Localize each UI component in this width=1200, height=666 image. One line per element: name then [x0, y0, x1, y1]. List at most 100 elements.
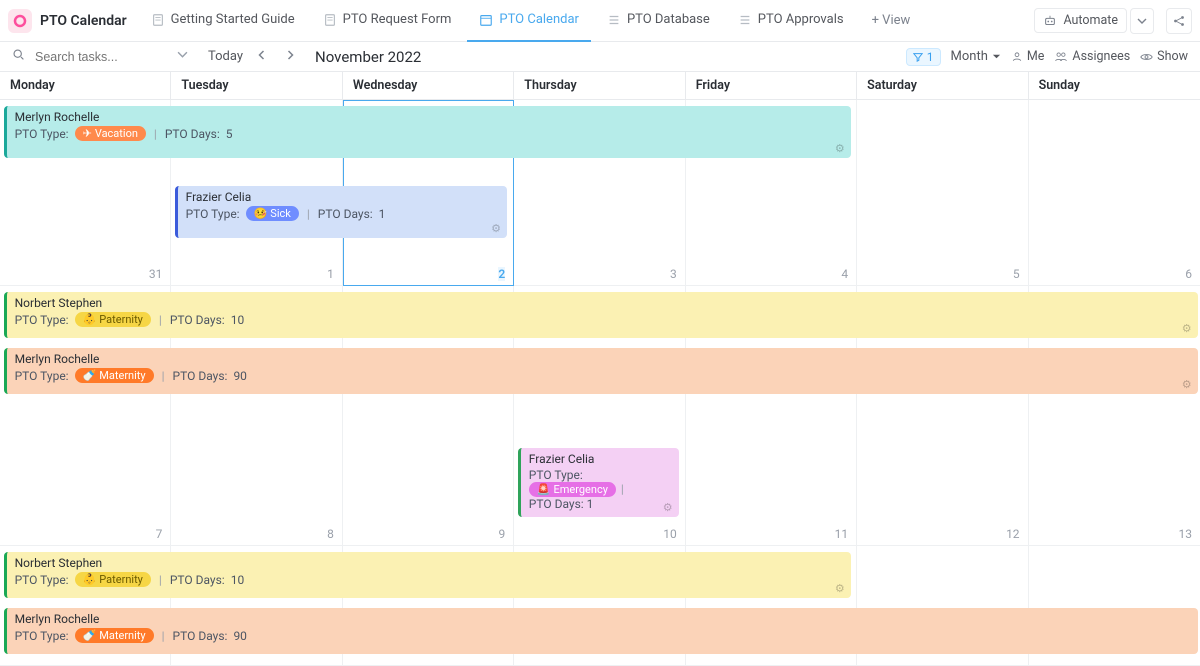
badge-emergency: 🚨 Emergency [529, 482, 616, 497]
pto-type-label: PTO Type: [15, 127, 69, 141]
pto-type-label: PTO Type: [529, 468, 583, 482]
eye-icon [1140, 51, 1153, 63]
event-merlyn-maternity[interactable]: Merlyn Rochelle PTO Type: 🍼 Maternity | … [4, 608, 1198, 654]
day-header-sat: Saturday [857, 72, 1028, 99]
event-merlyn-maternity[interactable]: Merlyn Rochelle PTO Type: 🍼 Maternity | … [4, 348, 1198, 394]
search-input[interactable] [35, 50, 165, 64]
pto-days-label: PTO Days: [173, 629, 228, 643]
pto-days-label: PTO Days: [529, 497, 584, 511]
event-title: Norbert Stephen [15, 556, 843, 570]
badge-sick: 🤒 Sick [246, 206, 299, 221]
event-frazier-sick[interactable]: Frazier Celia PTO Type: 🤒 Sick | PTO Day… [175, 186, 507, 238]
day-number: 31 [149, 267, 163, 281]
event-merlyn-vacation[interactable]: Merlyn Rochelle PTO Type: ✈ Vacation | P… [4, 106, 851, 158]
pto-days-value: 1 [587, 497, 594, 511]
share-icon [1172, 14, 1186, 28]
day-number: 2 [498, 267, 505, 281]
badge-paternity: 👶 Paternity [75, 572, 151, 587]
gear-icon[interactable]: ⚙ [663, 501, 673, 514]
calendar-header: Monday Tuesday Wednesday Thursday Friday… [0, 72, 1200, 100]
event-title: Merlyn Rochelle [15, 352, 1190, 366]
assignees-label: Assignees [1072, 49, 1130, 64]
pto-type-label: PTO Type: [15, 629, 69, 643]
list-icon [738, 13, 752, 27]
gear-icon[interactable]: ⚙ [1182, 322, 1192, 335]
tab-pto-database[interactable]: PTO Database [595, 0, 722, 42]
tab-request-form[interactable]: PTO Request Form [311, 0, 464, 42]
pto-days-value: 5 [226, 127, 233, 141]
month-label: November 2022 [315, 48, 421, 66]
pto-days-value: 10 [231, 573, 245, 587]
automate-label: Automate [1063, 13, 1118, 28]
prev-arrow[interactable] [253, 49, 271, 64]
tab-label: PTO Approvals [758, 12, 844, 27]
show-toggle[interactable]: Show [1140, 49, 1188, 64]
tab-label: Getting Started Guide [171, 12, 295, 27]
day-number: 11 [835, 527, 849, 541]
pto-days-label: PTO Days: [173, 369, 228, 383]
filter-pill[interactable]: 1 [906, 48, 941, 66]
tab-label: PTO Request Form [343, 12, 452, 27]
tab-getting-started[interactable]: Getting Started Guide [139, 0, 307, 42]
share-button[interactable] [1166, 8, 1192, 34]
day-number: 8 [327, 527, 334, 541]
search-icon [12, 48, 25, 65]
next-arrow[interactable] [281, 49, 299, 64]
assignees-filter[interactable]: Assignees [1054, 49, 1130, 64]
day-number: 4 [841, 267, 848, 281]
day-number: 3 [670, 267, 677, 281]
event-frazier-emergency[interactable]: Frazier Celia PTO Type: 🚨 Emergency | PT… [518, 448, 679, 517]
chevron-down-icon [1137, 16, 1147, 26]
day-header-fri: Friday [686, 72, 857, 99]
view-mode-toggle[interactable]: Month [951, 49, 1001, 64]
event-norbert-paternity[interactable]: Norbert Stephen PTO Type: 👶 Paternity | … [4, 292, 1198, 338]
day-number: 9 [499, 527, 506, 541]
gear-icon[interactable]: ⚙ [1182, 378, 1192, 391]
day-header-sun: Sunday [1029, 72, 1200, 99]
filter-count: 1 [927, 50, 934, 64]
day-header-wed: Wednesday [343, 72, 514, 99]
add-view-button[interactable]: + View [860, 13, 923, 28]
pto-days-label: PTO Days: [170, 313, 225, 327]
pto-type-label: PTO Type: [186, 207, 240, 221]
day-number: 7 [156, 527, 163, 541]
pto-days-value: 90 [233, 369, 247, 383]
day-number: 1 [327, 267, 334, 281]
event-title: Merlyn Rochelle [15, 110, 843, 124]
event-title: Frazier Celia [186, 190, 499, 204]
caret-down-icon [992, 52, 1001, 61]
badge-maternity: 🍼 Maternity [75, 368, 154, 383]
badge-paternity: 👶 Paternity [75, 312, 151, 327]
today-button[interactable]: Today [208, 49, 243, 64]
day-number: 10 [663, 527, 677, 541]
app-title: PTO Calendar [40, 13, 127, 29]
add-view-label: + View [872, 13, 911, 28]
pto-type-label: PTO Type: [15, 313, 69, 327]
day-header-mon: Monday [0, 72, 171, 99]
app-icon [8, 9, 32, 33]
automate-caret[interactable] [1130, 8, 1154, 34]
pto-type-label: PTO Type: [15, 369, 69, 383]
doc-icon [151, 13, 165, 27]
doc-icon [323, 13, 337, 27]
day-cell[interactable]: 6 [1029, 100, 1200, 286]
pto-type-label: PTO Type: [15, 573, 69, 587]
me-filter[interactable]: Me [1011, 49, 1045, 64]
gear-icon[interactable]: ⚙ [835, 582, 845, 595]
tab-label: PTO Database [627, 12, 710, 27]
event-norbert-paternity[interactable]: Norbert Stephen PTO Type: 👶 Paternity | … [4, 552, 851, 598]
show-label: Show [1157, 49, 1188, 64]
day-cell[interactable]: 5 [857, 100, 1028, 286]
gear-icon[interactable]: ⚙ [491, 222, 501, 235]
day-header-tue: Tuesday [171, 72, 342, 99]
search-caret[interactable] [177, 49, 188, 64]
tab-pto-approvals[interactable]: PTO Approvals [726, 0, 856, 42]
pto-days-value: 1 [379, 207, 386, 221]
person-icon [1011, 51, 1023, 63]
list-icon [607, 13, 621, 27]
tab-pto-calendar[interactable]: PTO Calendar [467, 0, 591, 42]
badge-maternity: 🍼 Maternity [75, 628, 154, 643]
automate-button[interactable]: Automate [1034, 8, 1127, 33]
day-number: 13 [1179, 527, 1193, 541]
gear-icon[interactable]: ⚙ [835, 142, 845, 155]
